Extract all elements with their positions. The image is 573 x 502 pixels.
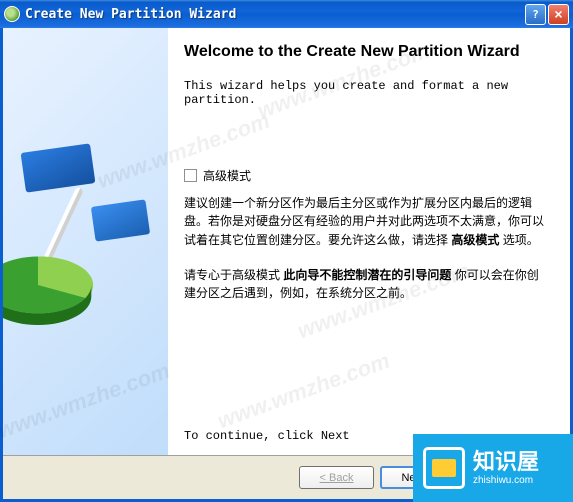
- advice-paragraph-1: 建议创建一个新分区作为最后主分区或作为扩展分区内最后的逻辑盘。若你是对硬盘分区有…: [184, 194, 548, 250]
- help-button[interactable]: ?: [525, 4, 546, 25]
- pie-chart-icon: [3, 245, 103, 325]
- brand-name: 知识屋: [473, 450, 539, 474]
- window-title: Create New Partition Wizard: [25, 7, 525, 22]
- wizard-sidebar: [3, 28, 168, 455]
- advanced-mode-label: 高级模式: [203, 167, 251, 184]
- titlebar: Create New Partition Wizard ? ×: [0, 0, 573, 28]
- page-title: Welcome to the Create New Partition Wiza…: [184, 42, 548, 63]
- continue-hint: To continue, click Next: [184, 429, 350, 443]
- close-button[interactable]: ×: [548, 4, 569, 25]
- advice-paragraph-2: 请专心于高级模式 此向导不能控制潜在的引导问题 你可以会在你创建分区之后遇到，例…: [184, 266, 548, 303]
- brand-monitor-icon: [423, 447, 465, 489]
- advanced-mode-checkbox[interactable]: [184, 169, 197, 182]
- brand-badge: 知识屋 zhishiwu.com: [413, 434, 573, 502]
- decorative-box-icon: [91, 199, 150, 241]
- app-icon: [4, 6, 20, 22]
- decorative-box-icon: [21, 143, 96, 192]
- wizard-main-panel: Welcome to the Create New Partition Wiza…: [168, 28, 570, 455]
- intro-text: This wizard helps you create and format …: [184, 79, 548, 107]
- window-body: Welcome to the Create New Partition Wiza…: [0, 28, 573, 502]
- back-button[interactable]: < Back: [299, 466, 374, 489]
- brand-url: zhishiwu.com: [473, 475, 539, 486]
